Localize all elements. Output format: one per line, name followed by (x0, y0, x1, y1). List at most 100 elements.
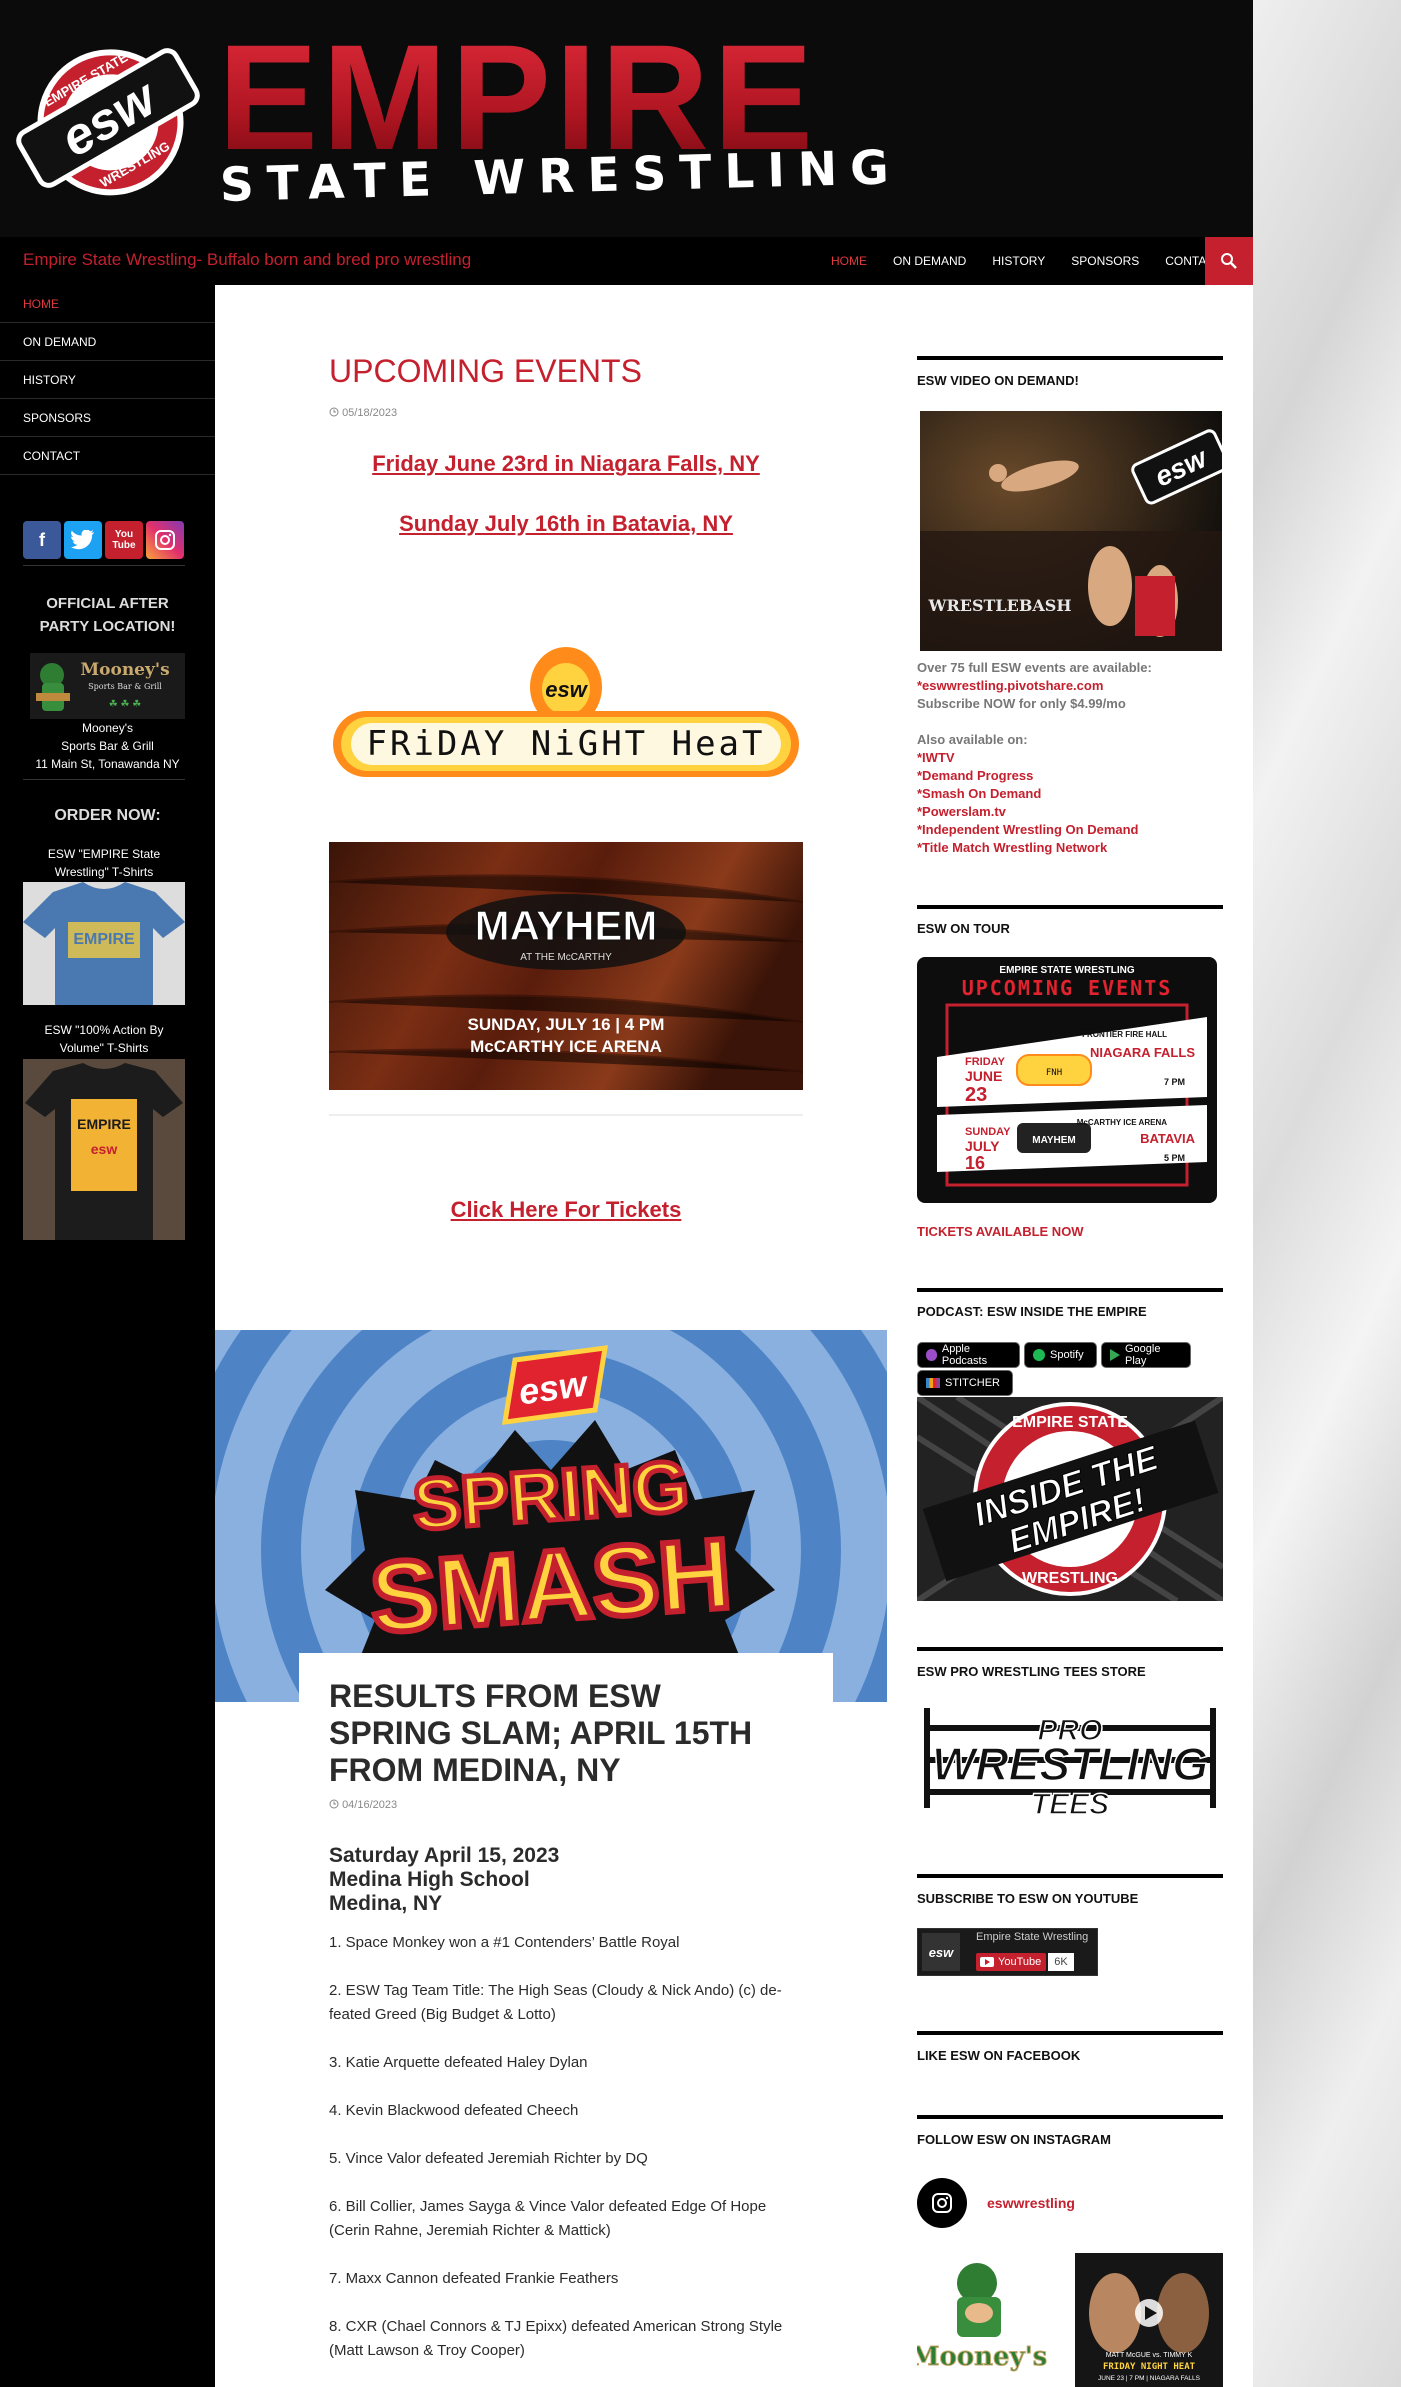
ig-thumb2-line2: FRIDAY NIGHT HEAT (1103, 2362, 1196, 2372)
after-party-heading: OFFICIAL AFTER PARTY LOCATION! (39, 595, 176, 635)
instagram-avatar[interactable] (917, 2178, 967, 2228)
svg-text:esw: esw (545, 677, 588, 702)
also-smash-link[interactable]: *Smash On Demand (917, 785, 1139, 803)
top-bar: Empire State Wrestling- Buffalo born and… (0, 237, 1253, 285)
sidenav-contact[interactable]: CONTACT (0, 437, 215, 475)
ig-thumb1-text: Mooney's (917, 2342, 1047, 2372)
sidebar-divider (23, 779, 185, 780)
also-iwtv-link[interactable]: *IWTV (917, 749, 1139, 767)
site-tagline[interactable]: Empire State Wrestling- Buffalo born and… (23, 250, 471, 270)
also-tmwn-link[interactable]: *Title Match Wrestling Network (917, 839, 1139, 857)
tour-ev1-month: JUNE (965, 1068, 1002, 1084)
podcast-art-ring-bottom: WRESTLING (1022, 1570, 1118, 1587)
tickets-link[interactable]: Click Here For Tickets (329, 1197, 803, 1223)
post1-title[interactable]: UPCOMING EVENTS (329, 353, 642, 390)
facebook-icon[interactable]: f (23, 521, 61, 559)
vod-text: Over 75 full ESW events are available: *… (917, 659, 1152, 713)
youtube-widget[interactable]: esw Empire State Wrestling YouTube 6K (917, 1928, 1098, 1976)
youtube-subscribe-button[interactable]: YouTube (976, 1953, 1046, 1971)
youtube-icon[interactable]: You Tube (105, 521, 143, 559)
spotify-badge[interactable]: Spotify (1024, 1342, 1097, 1368)
also-demand-progress-link[interactable]: *Demand Progress (917, 767, 1139, 785)
fnh-text: FRiDAY NiGHT HeaT (367, 724, 766, 764)
tees-logo[interactable]: PRO WRESTLING TEES (917, 1698, 1223, 1822)
podcast-art[interactable]: EMPIRE STATE WRESTLING INSIDE THE EMPIRE… (915, 1394, 1225, 1604)
mooney-name: Mooney's (82, 721, 133, 735)
topnav-history[interactable]: HISTORY (992, 254, 1045, 268)
mayhem-sub: AT THE McCARTHY (520, 952, 612, 963)
shirt2-print: EMPIRE (77, 1116, 131, 1132)
topnav-on-demand[interactable]: ON DEMAND (893, 254, 966, 268)
also-available-title: Also available on: (917, 732, 1028, 747)
twitter-icon[interactable] (64, 521, 102, 559)
social-icons: f You Tube (23, 521, 185, 566)
sidenav-history[interactable]: HISTORY (0, 361, 215, 399)
vod-link[interactable]: *eswwrestling.pivotshare.com (917, 677, 1152, 695)
spotify-icon (1033, 1349, 1045, 1361)
result-item: 8. CXR (Chael Connors & TJ Epixx) defeat… (329, 2318, 783, 2359)
post2-title[interactable]: RESULTS FROM ESW SPRING SLAM; APRIL 15TH… (329, 1678, 789, 1789)
search-button[interactable] (1205, 237, 1253, 285)
tickets-available-link[interactable]: TICKETS AVAILABLE NOW (917, 1223, 1084, 1241)
svg-text:FNH: FNH (1046, 1068, 1062, 1078)
main-content: UPCOMING EVENTS 05/18/2023 Friday June 2… (171, 285, 931, 2387)
sidenav-on-demand[interactable]: ON DEMAND (0, 323, 215, 361)
shirt2-caption[interactable]: ESW "100% Action By Volume" T-Shirts (23, 1021, 185, 1057)
tour-ev1-date: 23 (965, 1084, 987, 1106)
instagram-handle[interactable]: eswwrestling (987, 2195, 1075, 2211)
shirt1-caption[interactable]: ESW "EMPIRE State Wrestling" T-Shirts (23, 845, 185, 881)
post2-heading-date: Saturday April 15, 2023 (329, 1844, 560, 1867)
google-play-badge[interactable]: Google Play (1101, 1342, 1191, 1368)
tour-ev2-day: SUNDAY (965, 1126, 1011, 1138)
instagram-icon[interactable] (146, 521, 184, 559)
stitcher-badge[interactable]: STITCHER (917, 1370, 1013, 1396)
spring-smash-banner[interactable]: esw SPRING SMASH (171, 1170, 931, 1930)
podcast-title: PODCAST: ESW INSIDE THE EMPIRE (917, 1304, 1147, 1319)
vod-line1: Over 75 full ESW events are available: (917, 660, 1152, 675)
topnav-home[interactable]: HOME (831, 254, 867, 268)
result-item: 1. Space Monkey won a #1 Contenders’ Bat… (329, 1934, 680, 1951)
mayhem-line1: SUNDAY, JULY 16 | 4 PM (468, 1015, 665, 1034)
tour-poster-head: UPCOMING EVENTS (962, 976, 1173, 1000)
event2-link[interactable]: Sunday July 16th in Batavia, NY (329, 511, 803, 537)
facebook-title: LIKE ESW ON FACEBOOK (917, 2048, 1081, 2063)
instagram-icon (932, 2193, 952, 2213)
mayhem-line2: McCARTHY ICE ARENA (470, 1037, 662, 1056)
apple-podcasts-badge[interactable]: Apple Podcasts (917, 1342, 1020, 1368)
marble-background (1253, 0, 1401, 2387)
result-item: 2. ESW Tag Team Title: The High Seas (Cl… (329, 1982, 782, 2023)
tour-ev2-city: BATAVIA (1140, 1131, 1195, 1146)
friday-night-heat-logo[interactable]: esw FRiDAY NiGHT HeaT (329, 645, 803, 785)
post2-heading: Saturday April 15, 2023 Medina High Scho… (329, 1844, 559, 1916)
tour-title: ESW ON TOUR (917, 921, 1010, 936)
sidenav-home[interactable]: HOME (0, 285, 215, 323)
widget-separator (917, 2115, 1223, 2119)
order-now-heading: ORDER NOW: (54, 807, 161, 824)
instagram-thumb-2[interactable]: MATT McGUE vs. TIMMY K FRIDAY NIGHT HEAT… (1075, 2253, 1223, 2387)
result-item: 6. Bill Collier, James Sayga & Vince Val… (329, 2198, 767, 2239)
post2-date[interactable]: 04/16/2023 (329, 1799, 397, 1811)
tour-ev2-month: JULY (965, 1138, 1000, 1154)
topnav-sponsors[interactable]: SPONSORS (1071, 254, 1139, 268)
tour-poster[interactable]: EMPIRE STATE WRESTLING UPCOMING EVENTS F… (917, 957, 1217, 1203)
mooney-logo-sub: Sports Bar & Grill (88, 682, 162, 691)
mooney-logo[interactable]: Mooney's Sports Bar & Grill ☘ ☘ ☘ (30, 653, 185, 719)
shirt2-image[interactable]: EMPIRE esw (23, 1059, 185, 1240)
clock-icon (329, 407, 339, 417)
esw-badge-logo[interactable]: esw EMPIRE STATE WRESTLING (8, 8, 208, 228)
svg-text:☘ ☘ ☘: ☘ ☘ ☘ (109, 699, 141, 710)
shirt1-image[interactable]: EMPIRE (23, 882, 185, 1005)
vod-image[interactable]: esw WRESTLEBASH (920, 411, 1230, 651)
instagram-thumb-1[interactable]: Mooney's (910, 2253, 1065, 2387)
mayhem-poster[interactable]: MAYHEM AT THE McCARTHY SUNDAY, JULY 16 |… (328, 842, 804, 1090)
event1-link[interactable]: Friday June 23rd in Niagara Falls, NY (329, 451, 803, 477)
also-powerslam-link[interactable]: *Powerslam.tv (917, 803, 1139, 821)
instagram-title: FOLLOW ESW ON INSTAGRAM (917, 2132, 1112, 2147)
post1-date[interactable]: 05/18/2023 (329, 407, 397, 419)
mayhem-title: MAYHEM (475, 902, 658, 949)
results-list: 1. Space Monkey won a #1 Contenders’ Bat… (329, 1931, 803, 2387)
sidenav-sponsors[interactable]: SPONSORS (0, 399, 215, 437)
also-iwod-link[interactable]: *Independent Wrestling On Demand (917, 821, 1139, 839)
vod-title: ESW VIDEO ON DEMAND! (917, 373, 1079, 388)
tour-ev2-date: 16 (965, 1153, 985, 1173)
